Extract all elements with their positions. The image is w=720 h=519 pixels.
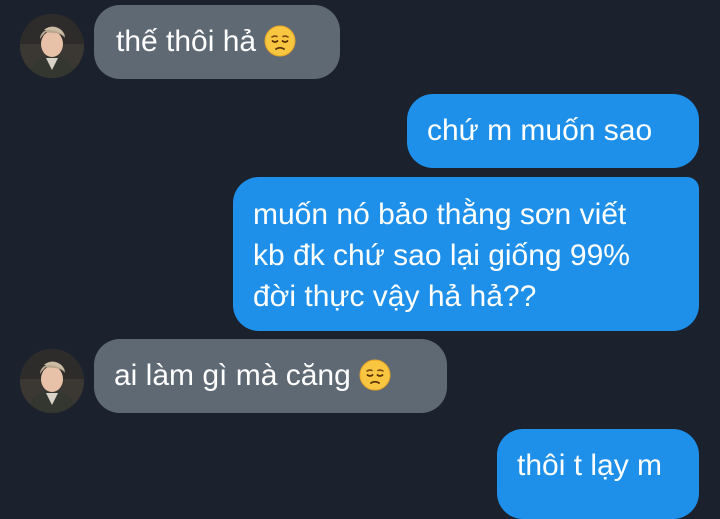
message-bubble-outgoing[interactable]: muốn nó bảo thằng sơn viết kb đk chứ sao… — [233, 177, 699, 331]
chat-thread: thế thôi hả chứ m muốn sao muốn nó bảo t… — [0, 0, 720, 519]
message-bubble-outgoing[interactable]: chứ m muốn sao — [407, 94, 699, 168]
message-text-line: đời thực vậy hả hả?? — [253, 280, 537, 313]
message-text-line: muốn nó bảo thằng sơn viết — [253, 198, 627, 231]
message-text-line: kb đk chứ sao lại giống 99% — [253, 239, 630, 272]
message-bubble-outgoing[interactable]: thôi t lạy m — [497, 429, 699, 519]
contact-avatar[interactable] — [20, 349, 84, 413]
contact-avatar[interactable] — [20, 14, 84, 78]
message-text: ai làm gì mà căng — [114, 359, 351, 392]
message-text: thôi t lạy m — [517, 449, 663, 482]
contact-avatar-image — [20, 349, 84, 413]
message-bubble-incoming[interactable]: thế thôi hả — [94, 5, 340, 79]
pensive-face-icon — [359, 359, 391, 402]
pensive-face-icon — [264, 25, 296, 68]
message-text: thế thôi hả — [116, 25, 257, 58]
message-text: chứ m muốn sao — [427, 114, 653, 147]
contact-avatar-image — [20, 14, 84, 78]
message-bubble-incoming[interactable]: ai làm gì mà căng — [94, 339, 447, 413]
